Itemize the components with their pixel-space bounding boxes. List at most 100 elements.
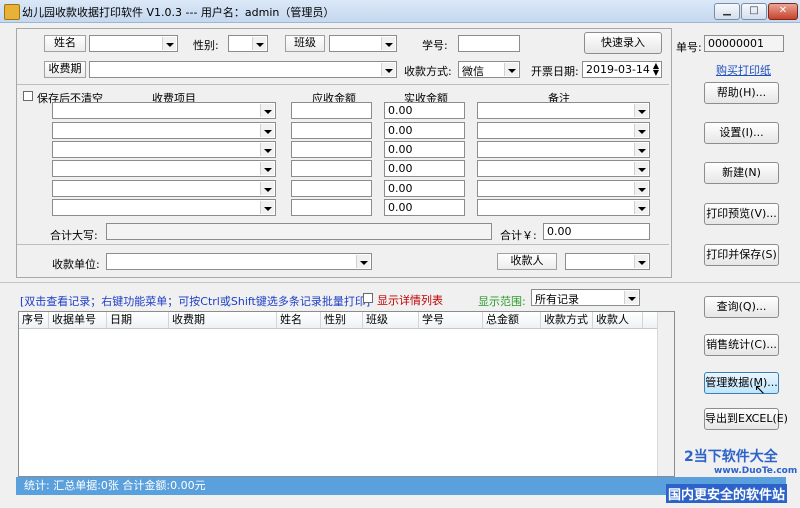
watermark-overlay: 2当下软件大全 www.DuoTe.com 国内更安全的软件站 bbox=[666, 440, 798, 503]
chevron-down-icon bbox=[634, 124, 648, 137]
quick-entry-button[interactable]: 快速录入 bbox=[584, 32, 662, 54]
total-label: 合计￥: bbox=[500, 229, 537, 242]
chevron-down-icon bbox=[252, 37, 266, 50]
issue-date-value: 2019-03-14 bbox=[586, 63, 650, 76]
chevron-down-icon bbox=[356, 255, 370, 268]
column-header[interactable]: 收据单号 bbox=[49, 312, 107, 328]
column-header[interactable]: 班级 bbox=[363, 312, 419, 328]
total-caps-field bbox=[106, 223, 492, 240]
print-preview-button[interactable]: 打印预览(V)... bbox=[704, 203, 779, 225]
due-amount-input[interactable] bbox=[291, 122, 372, 139]
due-amount-input[interactable] bbox=[291, 199, 372, 216]
due-amount-input[interactable] bbox=[291, 102, 372, 119]
column-header[interactable]: 总金额 bbox=[483, 312, 541, 328]
buy-paper-link[interactable]: 购买打印纸 bbox=[716, 62, 771, 78]
records-table[interactable]: 序号 收据单号 日期 收费期 姓名 性别 班级 学号 总金额 收款方式 收款人 bbox=[18, 311, 675, 477]
item-combo[interactable] bbox=[52, 141, 276, 158]
due-amount-input[interactable] bbox=[291, 141, 372, 158]
divider bbox=[17, 244, 669, 245]
class-combo[interactable] bbox=[329, 35, 397, 52]
status-summary: 统计: 汇总单据:0张 合计金额:0.00元 bbox=[24, 479, 206, 492]
chevron-down-icon bbox=[260, 124, 274, 137]
class-label[interactable]: 班级 bbox=[285, 35, 325, 52]
receipt-no-field: 00000001 bbox=[704, 35, 784, 52]
pay-method-value: 微信 bbox=[462, 65, 484, 78]
collector-combo[interactable] bbox=[565, 253, 650, 270]
gender-label: 性别: bbox=[193, 39, 219, 52]
item-combo[interactable] bbox=[52, 160, 276, 177]
student-no-label: 学号: bbox=[422, 39, 448, 52]
pay-method-combo[interactable]: 微信 bbox=[458, 61, 520, 78]
title-bar: 幼儿园收款收据打印软件 V1.0.3 --- 用户名：admin（管理员） ▁ … bbox=[0, 0, 800, 23]
chevron-down-icon bbox=[634, 104, 648, 117]
collector-label[interactable]: 收款人 bbox=[497, 253, 557, 270]
note-combo[interactable] bbox=[477, 199, 650, 216]
chevron-down-icon bbox=[162, 37, 176, 50]
total-caps-label: 合计大写: bbox=[50, 229, 98, 242]
close-button[interactable]: ✕ bbox=[768, 3, 798, 20]
chevron-down-icon bbox=[634, 201, 648, 214]
minimize-button[interactable]: ▁ bbox=[714, 3, 740, 20]
keep-after-save-checkbox[interactable] bbox=[23, 91, 33, 101]
due-amount-input[interactable] bbox=[291, 180, 372, 197]
due-amount-input[interactable] bbox=[291, 160, 372, 177]
column-header[interactable]: 性别 bbox=[321, 312, 363, 328]
item-combo[interactable] bbox=[52, 122, 276, 139]
note-combo[interactable] bbox=[477, 160, 650, 177]
name-combo[interactable] bbox=[89, 35, 178, 52]
chevron-down-icon bbox=[624, 291, 638, 304]
item-combo[interactable] bbox=[52, 102, 276, 119]
payer-unit-combo[interactable] bbox=[106, 253, 372, 270]
divider bbox=[17, 84, 669, 85]
note-combo[interactable] bbox=[477, 102, 650, 119]
column-header[interactable]: 收费期 bbox=[169, 312, 277, 328]
note-combo[interactable] bbox=[477, 180, 650, 197]
note-combo[interactable] bbox=[477, 141, 650, 158]
show-detail-checkbox[interactable] bbox=[363, 293, 373, 303]
spin-icon[interactable]: ▲ ▼ bbox=[653, 62, 659, 77]
chevron-down-icon bbox=[260, 143, 274, 156]
actual-amount-input[interactable]: 0.00 bbox=[384, 141, 465, 158]
range-label: 显示范围: bbox=[478, 295, 526, 308]
column-header[interactable]: 收款人 bbox=[593, 312, 643, 328]
export-excel-button[interactable]: 导出到EXCEL(E) bbox=[704, 408, 788, 430]
app-icon bbox=[4, 4, 20, 20]
actual-amount-input[interactable]: 0.00 bbox=[384, 122, 465, 139]
column-header[interactable]: 收款方式 bbox=[541, 312, 593, 328]
chevron-down-icon bbox=[381, 37, 395, 50]
student-no-input[interactable] bbox=[458, 35, 520, 52]
column-header[interactable]: 日期 bbox=[107, 312, 169, 328]
watermark-url: www.DuoTe.com bbox=[714, 466, 798, 476]
section-divider bbox=[0, 282, 800, 283]
item-combo[interactable] bbox=[52, 180, 276, 197]
note-combo[interactable] bbox=[477, 122, 650, 139]
print-save-button[interactable]: 打印并保存(S) bbox=[704, 244, 779, 266]
help-button[interactable]: 帮助(H)... bbox=[704, 82, 779, 104]
range-combo[interactable]: 所有记录 bbox=[531, 289, 640, 306]
manage-data-button[interactable]: 管理数据(M)... bbox=[704, 372, 779, 394]
name-label[interactable]: 姓名 bbox=[44, 35, 86, 52]
sales-stats-button[interactable]: 销售统计(C)... bbox=[704, 334, 779, 356]
chevron-down-icon bbox=[381, 63, 395, 76]
watermark-slogan: 国内更安全的软件站 bbox=[666, 484, 788, 503]
gender-combo[interactable] bbox=[228, 35, 268, 52]
fee-period-combo[interactable] bbox=[89, 61, 397, 78]
column-header[interactable]: 学号 bbox=[419, 312, 483, 328]
mouse-cursor-icon: ↖ bbox=[754, 382, 766, 398]
actual-amount-input[interactable]: 0.00 bbox=[384, 180, 465, 197]
settings-button[interactable]: 设置(I)... bbox=[704, 122, 779, 144]
actual-amount-input[interactable]: 0.00 bbox=[384, 199, 465, 216]
chevron-down-icon bbox=[260, 182, 274, 195]
receipt-no-label: 单号: bbox=[676, 41, 702, 54]
actual-amount-input[interactable]: 0.00 bbox=[384, 160, 465, 177]
maximize-button[interactable]: □ bbox=[741, 3, 767, 20]
actual-amount-input[interactable]: 0.00 bbox=[384, 102, 465, 119]
chevron-down-icon bbox=[634, 162, 648, 175]
column-header[interactable]: 序号 bbox=[19, 312, 49, 328]
item-combo[interactable] bbox=[52, 199, 276, 216]
fee-period-label[interactable]: 收费期 bbox=[44, 61, 86, 78]
query-button[interactable]: 查询(Q)... bbox=[704, 296, 779, 318]
issue-date-picker[interactable]: 2019-03-14 ▲ ▼ bbox=[582, 61, 662, 78]
column-header[interactable]: 姓名 bbox=[277, 312, 321, 328]
new-button[interactable]: 新建(N) bbox=[704, 162, 779, 184]
